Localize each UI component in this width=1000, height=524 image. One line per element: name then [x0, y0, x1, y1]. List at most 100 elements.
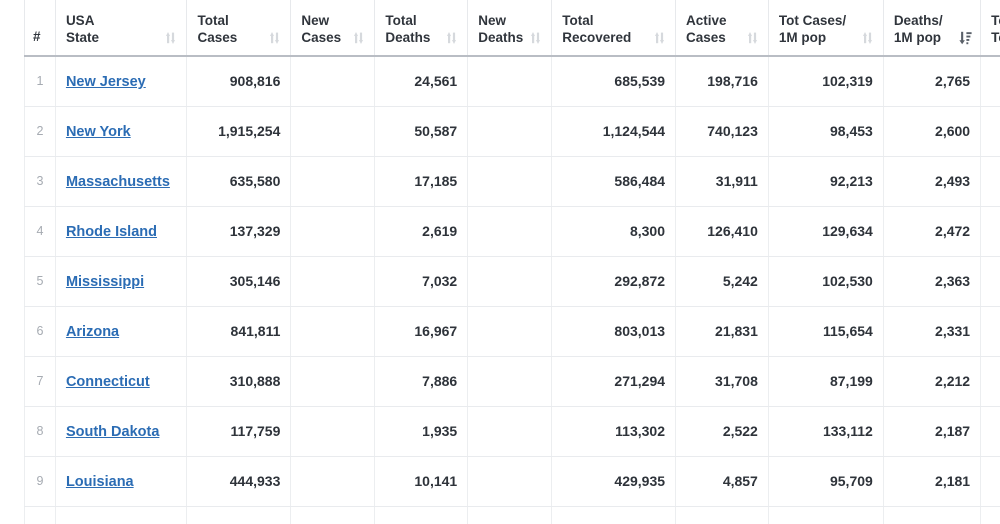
row-state-cell[interactable]: Louisiana: [54, 456, 187, 507]
table-row[interactable]: 8 South Dakota 117,759 1,935 113,302 2,5…: [24, 406, 1000, 457]
row-deaths-per-1m: 2,600: [882, 106, 981, 157]
state-link[interactable]: New Jersey: [66, 74, 146, 90]
row-new-cases: [290, 456, 375, 507]
table-row[interactable]: 3 Massachusetts 635,580 17,185 586,484 3…: [24, 156, 1000, 207]
row-total-recovered: 113,302: [551, 406, 676, 457]
column-header-cases-per-1m[interactable]: Tot Cases/ 1M pop: [767, 0, 884, 57]
row-total-recovered: 1,124,544: [551, 106, 676, 157]
row-cases-per-1m: 98,453: [767, 106, 884, 157]
column-header-state-label: USA State: [65, 13, 99, 45]
row-state-cell[interactable]: New York: [54, 106, 187, 157]
row-rank: 9: [24, 456, 56, 507]
state-link[interactable]: New York: [66, 124, 131, 140]
row-total-tests: 444,576: [980, 406, 1000, 457]
column-header-total-tests[interactable]: Total Tests: [980, 0, 1000, 57]
row-deaths-per-1m: 2,152: [882, 506, 981, 524]
row-total-recovered: 8,300: [551, 206, 676, 257]
column-header-active-cases-label: Active Cases: [686, 13, 727, 45]
sort-updown-icon[interactable]: [530, 31, 541, 45]
table-row[interactable]: 5 Mississippi 305,146 7,032 292,872 5,24…: [24, 256, 1000, 307]
sort-updown-icon[interactable]: [165, 31, 176, 45]
row-deaths-per-1m: 2,363: [882, 256, 981, 307]
row-new-cases: [290, 56, 375, 107]
row-new-deaths: [467, 106, 552, 157]
row-state-cell[interactable]: New Jersey: [54, 56, 187, 107]
row-active-cases: 4,857: [675, 456, 769, 507]
column-header-active-cases[interactable]: Active Cases: [675, 0, 769, 57]
state-link[interactable]: Massachusetts: [66, 174, 170, 190]
row-total-recovered: 315,743: [551, 506, 676, 524]
column-header-new-deaths[interactable]: New Deaths: [467, 0, 552, 57]
row-cases-per-1m: 115,654: [767, 306, 884, 357]
row-active-cases: 5,242: [675, 256, 769, 307]
column-header-total-tests-label: Total Tests: [991, 13, 1000, 45]
column-header-total-deaths-label: Total Deaths: [385, 13, 431, 45]
sort-updown-icon[interactable]: [862, 31, 873, 45]
row-state-cell[interactable]: South Dakota: [54, 406, 187, 457]
column-header-rank[interactable]: #: [24, 0, 56, 57]
state-link[interactable]: Mississippi: [66, 274, 144, 290]
table-row[interactable]: 9 Louisiana 444,933 10,141 429,935 4,857…: [24, 456, 1000, 507]
table-scroll-container[interactable]: # USA State Total Cases New Cases Total …: [24, 0, 1000, 524]
row-total-cases: 635,580: [186, 156, 291, 207]
usa-state-covid-table: # USA State Total Cases New Cases Total …: [24, 0, 1000, 524]
state-link[interactable]: Louisiana: [66, 474, 134, 490]
table-row[interactable]: 2 New York 1,915,254 50,587 1,124,544 74…: [24, 106, 1000, 157]
sort-updown-icon[interactable]: [654, 31, 665, 45]
table-row[interactable]: 10 Alabama 515,388 10,554 315,743 189,09…: [24, 506, 1000, 524]
row-total-tests: 2,610,281: [980, 256, 1000, 307]
row-state-cell[interactable]: Connecticut: [54, 356, 187, 407]
row-deaths-per-1m: 2,181: [882, 456, 981, 507]
row-rank: 7: [24, 356, 56, 407]
row-cases-per-1m: 87,199: [767, 356, 884, 407]
sort-updown-icon[interactable]: [446, 31, 457, 45]
column-header-total-deaths[interactable]: Total Deaths: [374, 0, 468, 57]
row-total-cases: 305,146: [186, 256, 291, 307]
state-link[interactable]: Rhode Island: [66, 224, 157, 240]
column-header-total-cases[interactable]: Total Cases: [186, 0, 291, 57]
row-state-cell[interactable]: Alabama: [54, 506, 187, 524]
row-state-cell[interactable]: Mississippi: [54, 256, 187, 307]
table-row[interactable]: 1 New Jersey 908,816 24,561 685,539 198,…: [24, 56, 1000, 107]
row-deaths-per-1m: 2,187: [882, 406, 981, 457]
row-active-cases: 740,123: [675, 106, 769, 157]
row-total-deaths: 1,935: [374, 406, 468, 457]
row-new-deaths: [467, 156, 552, 207]
table-row[interactable]: 4 Rhode Island 137,329 2,619 8,300 126,4…: [24, 206, 1000, 257]
row-new-cases: [290, 306, 375, 357]
column-header-deaths-per-1m[interactable]: Deaths/ 1M pop: [882, 0, 981, 57]
row-total-tests: 6,495,793: [980, 456, 1000, 507]
table-header: # USA State Total Cases New Cases Total …: [24, 0, 1000, 57]
column-header-new-cases[interactable]: New Cases: [290, 0, 375, 57]
sort-amount-desc-icon[interactable]: [959, 31, 972, 45]
row-total-cases: 310,888: [186, 356, 291, 407]
row-total-deaths: 24,561: [374, 56, 468, 107]
table-row[interactable]: 6 Arizona 841,811 16,967 803,013 21,831 …: [24, 306, 1000, 357]
row-total-recovered: 586,484: [551, 156, 676, 207]
sort-updown-icon[interactable]: [269, 31, 280, 45]
row-rank: 2: [24, 106, 56, 157]
column-header-state[interactable]: USA State: [54, 0, 187, 57]
state-link[interactable]: Connecticut: [66, 374, 150, 390]
table-header-row: # USA State Total Cases New Cases Total …: [24, 0, 1000, 57]
row-rank: 3: [24, 156, 56, 207]
table-row[interactable]: 7 Connecticut 310,888 7,886 271,294 31,7…: [24, 356, 1000, 407]
row-state-cell[interactable]: Arizona: [54, 306, 187, 357]
column-header-total-recovered[interactable]: Total Recovered: [551, 0, 676, 57]
state-link[interactable]: South Dakota: [66, 424, 159, 440]
sort-updown-icon[interactable]: [353, 31, 364, 45]
row-new-cases: [290, 356, 375, 407]
state-link[interactable]: Arizona: [66, 324, 119, 340]
column-header-total-cases-label: Total Cases: [197, 13, 238, 45]
row-total-cases: 841,811: [186, 306, 291, 357]
row-total-deaths: 10,141: [374, 456, 468, 507]
row-state-cell[interactable]: Massachusetts: [54, 156, 187, 207]
page-left-gutter: [0, 0, 24, 524]
column-header-rank-label: #: [33, 29, 41, 44]
row-cases-per-1m: 95,709: [767, 456, 884, 507]
row-total-tests: 7,696,039: [980, 356, 1000, 407]
row-state-cell[interactable]: Rhode Island: [54, 206, 187, 257]
row-new-cases: [290, 106, 375, 157]
sort-updown-icon[interactable]: [747, 31, 758, 45]
column-header-cases-per-1m-label: Tot Cases/ 1M pop: [778, 13, 847, 45]
